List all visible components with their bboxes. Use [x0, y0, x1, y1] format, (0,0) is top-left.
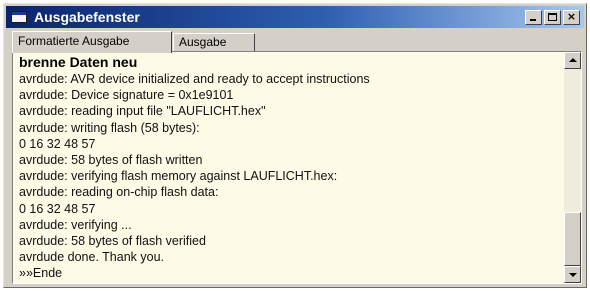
output-line: 0 16 32 48 57: [19, 201, 96, 216]
output-line: avrdude: Device signature = 0x1e9101: [19, 88, 234, 103]
output-line: avrdude: 58 bytes of flash written: [19, 153, 203, 168]
output-panel: brenne Daten neu avrdude: AVR device ini…: [12, 51, 582, 284]
output-line: avrdude: verifying flash memory against …: [19, 169, 338, 184]
title-bar[interactable]: Ausgabefenster ×: [6, 6, 584, 28]
arrow-down-icon: [569, 273, 577, 277]
scrollbar-thumb[interactable]: [564, 212, 581, 266]
output-line: avrdude: AVR device initialized and read…: [19, 72, 370, 86]
output-line: avrdude done. Thank you.: [19, 250, 165, 265]
output-window: Ausgabefenster × Formatierte Ausgabe Aus…: [3, 3, 587, 288]
tab-formatted-output[interactable]: Formatierte Ausgabe: [12, 31, 172, 53]
output-line: avrdude: reading input file "LAUFLICHT.h…: [19, 104, 266, 119]
output-heading: brenne Daten neu: [19, 54, 138, 70]
tab-output[interactable]: Ausgabe: [173, 33, 255, 51]
output-line: avrdude: writing flash (58 bytes):: [19, 120, 200, 135]
scroll-down-button[interactable]: [564, 266, 581, 283]
vertical-scrollbar[interactable]: [564, 52, 581, 283]
scroll-up-button[interactable]: [564, 52, 581, 69]
close-icon: ×: [566, 10, 577, 23]
close-button[interactable]: ×: [563, 10, 580, 25]
output-line: avrdude: reading on-chip flash data:: [19, 185, 219, 200]
window-icon: [11, 11, 27, 23]
minimize-icon: [530, 19, 536, 21]
output-text-area[interactable]: brenne Daten neu avrdude: AVR device ini…: [13, 52, 563, 283]
window-title: Ausgabefenster: [34, 9, 140, 25]
arrow-up-icon: [569, 58, 577, 62]
minimize-button[interactable]: [525, 10, 542, 25]
output-line: »»Ende: [19, 266, 63, 281]
output-line: 0 16 32 48 57: [19, 136, 96, 151]
maximize-icon: [548, 13, 557, 21]
output-line: avrdude: 58 bytes of flash verified: [19, 234, 206, 249]
output-line: avrdude: verifying ...: [19, 217, 132, 232]
maximize-button[interactable]: [544, 10, 561, 25]
